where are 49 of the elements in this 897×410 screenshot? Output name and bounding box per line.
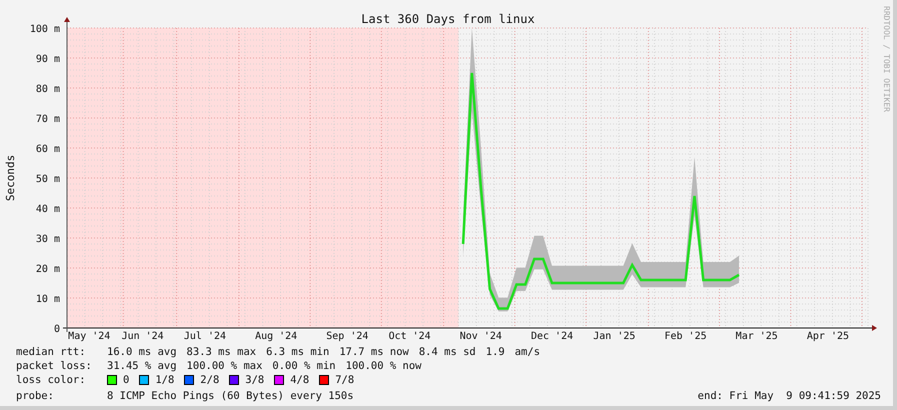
stat-value: 17.7 ms now — [339, 345, 409, 359]
tick-label: 100 m — [30, 24, 60, 35]
legend-item-label: 1/8 — [155, 373, 174, 387]
end-time: end: Fri May 9 09:41:59 2025 — [698, 389, 881, 403]
tick-label: 40 m — [36, 204, 60, 215]
tick-label: Oct '24 — [388, 331, 431, 343]
legend-label: median rtt: — [16, 345, 87, 359]
stat-value: am/s — [514, 345, 540, 359]
stat-value: 1.9 — [486, 345, 505, 359]
stat-value: 6.3 ms min — [266, 345, 330, 359]
tick-label: Nov '24 — [460, 331, 502, 343]
tick-label: Feb '25 — [664, 331, 707, 343]
tick-label: Jun '24 — [122, 331, 164, 343]
credit-text: RRDTOOL / TOBI OETIKER — [882, 6, 891, 112]
legend-label: probe: — [16, 389, 55, 403]
stat-value: 8.4 ms sd — [418, 345, 476, 359]
tick-label: 80 m — [36, 84, 60, 95]
tick-label: 70 m — [36, 114, 60, 125]
tick-label: 50 m — [36, 174, 60, 185]
tick-label: Apr '25 — [806, 331, 850, 343]
stat-value: 100.00 % max — [186, 359, 262, 373]
tick-label: Sep '24 — [326, 331, 368, 343]
legend-item-label: 7/8 — [335, 373, 354, 387]
tick-label: 0 — [54, 324, 60, 335]
legend-item-label: 3/8 — [245, 373, 264, 387]
tick-label: Jan '25 — [593, 331, 636, 343]
legend-item-label: 2/8 — [200, 373, 220, 387]
stat-value: 100.00 % now — [346, 359, 422, 373]
tick-label: 10 m — [36, 294, 60, 305]
probe-description: 8 ICMP Echo Pings (60 Bytes) every 150s — [107, 389, 354, 403]
chart-title: Last 360 Days from linux — [361, 12, 535, 26]
tick-label: 60 m — [36, 144, 60, 155]
legend-label: loss color: — [16, 373, 87, 387]
stat-value: 0.00 % min — [272, 359, 336, 373]
tick-label: Jul '24 — [184, 331, 226, 343]
legend-item-label: 0 — [123, 373, 130, 387]
tick-label: Aug '24 — [255, 331, 298, 343]
legend-label: packet loss: — [16, 359, 93, 373]
tick-label: Mar '25 — [736, 331, 778, 343]
tick-label: 30 m — [36, 234, 60, 245]
tick-label: 20 m — [36, 264, 60, 275]
legend-item-label: 4/8 — [290, 373, 310, 387]
axis-label: Seconds — [4, 154, 17, 202]
tick-label: Dec '24 — [530, 331, 574, 343]
tick-label: 90 m — [36, 54, 60, 65]
stat-value: 83.3 ms max — [186, 345, 256, 359]
stat-value: 31.45 % avg — [107, 359, 177, 373]
tick-label: May '24 — [68, 331, 110, 343]
stat-value: 16.0 ms avg — [107, 345, 177, 359]
